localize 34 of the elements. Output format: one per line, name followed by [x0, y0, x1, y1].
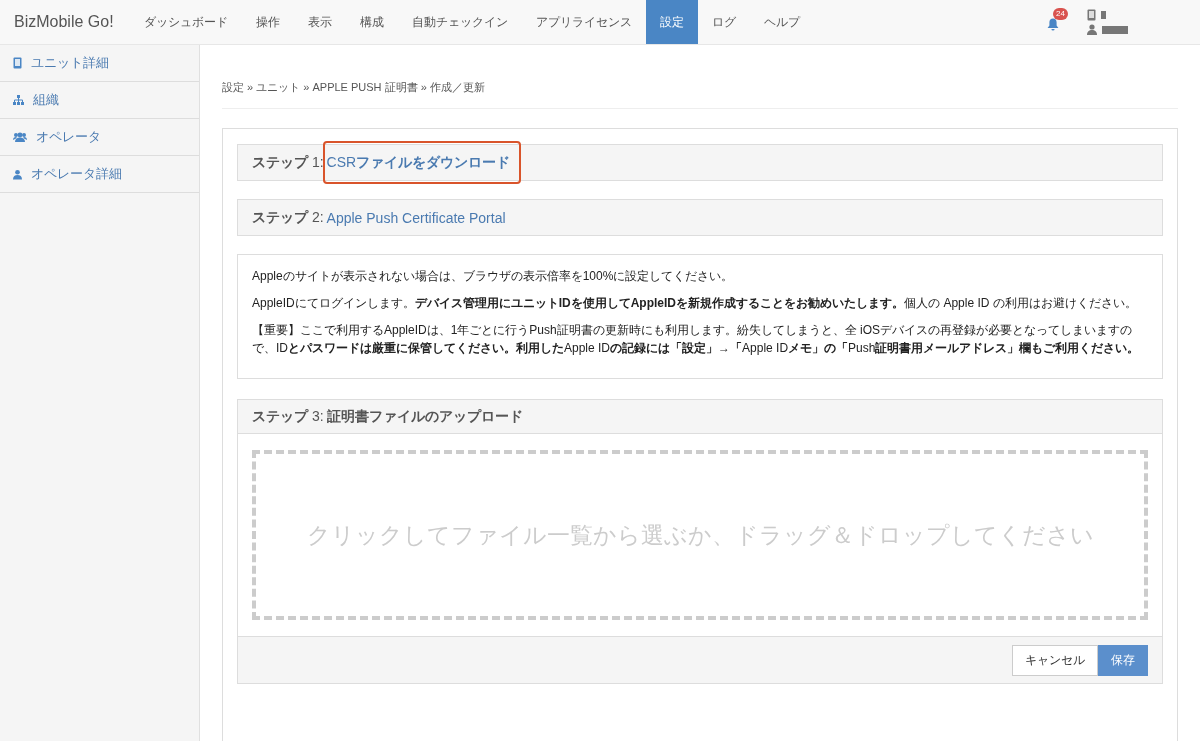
- brand-logo[interactable]: BizMobile Go!: [0, 0, 128, 44]
- step-link[interactable]: Apple Push Certificate Portal: [326, 209, 506, 226]
- step-label: ステップ 2:: [252, 208, 324, 227]
- note-paragraph: Appleのサイトが表示されない場合は、ブラウザの表示倍率を100%に設定してください。: [252, 268, 735, 285]
- note-paragraph: AppleIDにてログインします。デバイス管理用にユニットIDを使用してAppleIDを新規作成することをお勧めいたします。個人の Apple ID の利用はお避けください。: [252, 295, 1138, 312]
- sidebar-item-label: ユニット詳細: [31, 54, 109, 72]
- notification-count-badge: 24: [1053, 8, 1068, 20]
- sidebar-item-label: 組織: [33, 91, 59, 109]
- hierarchy-icon: [13, 95, 24, 105]
- sidebar-item-label: オペレータ詳細: [31, 165, 122, 183]
- nav-tab[interactable]: 自動チェックイン: [397, 0, 522, 44]
- user-icon: [13, 168, 22, 180]
- nav-tab[interactable]: ヘルプ: [749, 0, 814, 44]
- device-icon: [13, 57, 22, 69]
- nav-tab[interactable]: アプリライセンス: [521, 0, 646, 44]
- sidebar-item-label: オペレータ: [36, 128, 101, 146]
- nav-tab[interactable]: 操作: [241, 0, 294, 44]
- users-icon: [13, 132, 27, 142]
- device-icon: [1087, 9, 1096, 21]
- step-label: ステップ 1:: [252, 153, 324, 172]
- cancel-button[interactable]: キャンセル: [1012, 644, 1098, 676]
- user-icon: [1087, 24, 1097, 35]
- step-label: ステップ 3: 証明書ファイルのアップロード: [252, 407, 524, 426]
- nav-tab[interactable]: 設定: [645, 0, 698, 44]
- bell-icon[interactable]: [1047, 17, 1059, 31]
- note-paragraph: 【重要】ここで利用するAppleIDは、1年ごとに行うPush証明書の更新時にも利用します。紛失してしまうと、全 iOSデバイスの再登録が必要となってしまいますので、IDとパスワードは厳重に保管してください。利用したApple IDの記録には「設定」→「Apple IDメモ」の「Push証明書用メールアドレス」欄もご利用ください。: [252, 322, 1141, 357]
- step-link[interactable]: CSRファイルをダウンロード: [326, 153, 511, 170]
- redacted-text: [1101, 11, 1106, 19]
- redacted-text: [1102, 25, 1128, 34]
- nav-tab[interactable]: ダッシュボード: [129, 0, 242, 44]
- nav-tab[interactable]: 表示: [293, 0, 346, 44]
- nav-tab[interactable]: 構成: [345, 0, 398, 44]
- nav-tab[interactable]: ログ: [697, 0, 750, 44]
- breadcrumb: 設定 » ユニット » APPLE PUSH 証明書 » 作成／更新: [222, 80, 1178, 109]
